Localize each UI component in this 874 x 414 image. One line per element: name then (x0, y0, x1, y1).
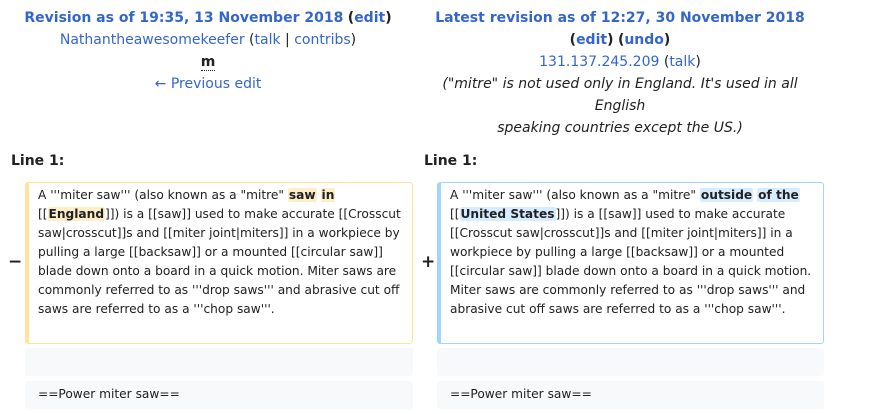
added-word: of the (757, 188, 800, 202)
undo-link[interactable]: undo (624, 32, 664, 48)
added-line-marker: + (421, 252, 436, 272)
deleted-word: England (47, 207, 106, 221)
edit-summary: ("mitre" is not used only in England. It… (416, 73, 824, 139)
latest-revision-link[interactable]: Latest revision as of 12:27, 30 November… (435, 10, 805, 26)
latest-revision-actions-line: (edit) (undo) (569, 32, 671, 48)
deleted-line-cell: A '''miter saw''' (also known as a "mitr… (25, 182, 413, 344)
deleted-line-marker: − (8, 252, 23, 272)
line-number-right: Line 1: (424, 153, 478, 169)
old-revision-user-talk-link[interactable]: talk (255, 32, 281, 48)
old-revision-header: Revision as of 19:35, 13 November 2018 (… (0, 7, 416, 95)
previous-edit-line: ← Previous edit (0, 73, 416, 95)
added-word: United States (459, 207, 556, 221)
link-separator: | (285, 32, 290, 48)
deleted-word: in (320, 188, 336, 202)
context-line-heading-right: ==Power miter saw== (437, 381, 824, 409)
minor-edit-flag: m (200, 54, 216, 71)
edit-summary-line-2: speaking countries except the US.) (497, 120, 743, 136)
minor-edit-line: m (0, 51, 416, 73)
deleted-word: saw (287, 188, 317, 202)
old-revision-edit-link[interactable]: edit (354, 10, 385, 26)
added-line-cell: A '''miter saw''' (also known as a "mitr… (437, 182, 824, 344)
context-line-heading-left: ==Power miter saw== (25, 381, 413, 409)
old-revision-user-contribs-link[interactable]: contribs (294, 32, 350, 48)
old-revision-title-line: Revision as of 19:35, 13 November 2018 (… (24, 10, 392, 26)
context-line-empty-left (25, 348, 413, 376)
ip-talk-link[interactable]: talk (669, 54, 695, 70)
latest-revision-header: Latest revision as of 12:27, 30 November… (416, 7, 824, 139)
old-revision-user-link[interactable]: Nathantheawesomekeefer (60, 32, 245, 48)
previous-edit-link[interactable]: ← Previous edit (155, 76, 262, 92)
ip-address-link[interactable]: 131.137.245.209 (539, 54, 659, 70)
old-revision-user-line: Nathantheawesomekeefer (talk | contribs) (59, 32, 357, 48)
latest-revision-user-line: 131.137.245.209 (talk) (539, 54, 701, 70)
line-number-left: Line 1: (11, 153, 65, 169)
latest-revision-edit-link[interactable]: edit (576, 32, 607, 48)
added-word: outside (699, 188, 754, 202)
context-line-empty-right (437, 348, 824, 376)
edit-summary-line-1: ("mitre" is not used only in England. It… (442, 76, 798, 114)
old-revision-link[interactable]: Revision as of 19:35, 13 November 2018 (24, 10, 343, 26)
latest-revision-title-line: Latest revision as of 12:27, 30 November… (416, 7, 824, 29)
